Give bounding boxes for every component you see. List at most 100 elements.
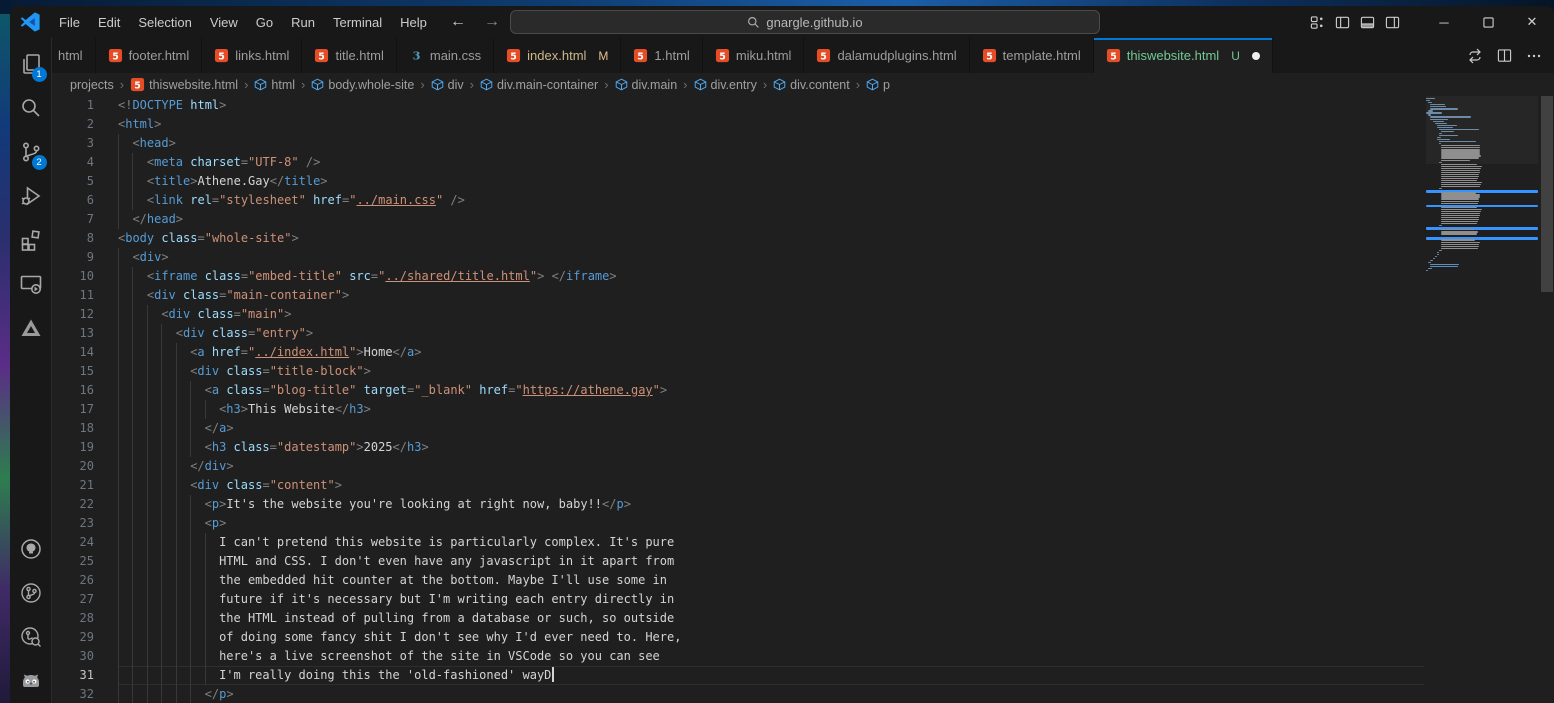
code-line-27[interactable]: 27future if it's necessary but I'm writi… (52, 590, 1424, 609)
code-line-11[interactable]: 11<div class="main-container"> (52, 286, 1424, 305)
tab-index.html[interactable]: 5index.htmlM (494, 38, 621, 73)
command-center-search[interactable]: gnargle.github.io (510, 10, 1100, 34)
breadcrumb-item-div.main-container[interactable]: div.main-container (480, 78, 598, 92)
code-line-12[interactable]: 12<div class="main"> (52, 305, 1424, 324)
menu-item-edit[interactable]: Edit (89, 15, 129, 30)
minimap-line (1441, 217, 1479, 218)
breadcrumb-item-body.whole-site[interactable]: body.whole-site (311, 78, 414, 92)
code-line-9[interactable]: 9<div> (52, 248, 1424, 267)
activity-gitlens-search-button[interactable] (10, 615, 52, 659)
breadcrumb-item-html[interactable]: html (254, 78, 295, 92)
tab-main.css[interactable]: 3main.css (397, 38, 494, 73)
code-line-8[interactable]: 8<body class="whole-site"> (52, 229, 1424, 248)
code-line-4[interactable]: 4<meta charset="UTF-8" /> (52, 153, 1424, 172)
minimap[interactable] (1426, 96, 1538, 703)
code-line-32[interactable]: 32</p> (52, 685, 1424, 703)
line-text: <head> (118, 134, 1424, 153)
menu-item-view[interactable]: View (201, 15, 247, 30)
activity-godot-tools-button[interactable] (10, 659, 52, 703)
breadcrumb-item-div.main[interactable]: div.main (615, 78, 678, 92)
code-line-3[interactable]: 3<head> (52, 134, 1424, 153)
editor-scrollbar[interactable] (1540, 96, 1554, 703)
code-line-18[interactable]: 18</a> (52, 419, 1424, 438)
svg-text:5: 5 (719, 51, 726, 62)
code-line-25[interactable]: 25HTML and CSS. I don't even have any ja… (52, 552, 1424, 571)
menu-item-file[interactable]: File (50, 15, 89, 30)
activity-source-control-button[interactable]: 2 (10, 130, 52, 174)
code-line-13[interactable]: 13<div class="entry"> (52, 324, 1424, 343)
editor[interactable]: 1<!DOCTYPE html>2<html>3<head>4<meta cha… (52, 96, 1554, 703)
tab-miku.html[interactable]: 5miku.html (703, 38, 805, 73)
more-actions-button[interactable] (1526, 48, 1542, 64)
line-text: future if it's necessary but I'm writing… (118, 590, 1424, 609)
code-line-28[interactable]: 28the HTML instead of pulling from a dat… (52, 609, 1424, 628)
maximize-button[interactable] (1466, 6, 1510, 38)
code-line-31[interactable]: 31I'm really doing this the 'old-fashion… (52, 666, 1424, 685)
code-line-6[interactable]: 6<link rel="stylesheet" href="../main.cs… (52, 191, 1424, 210)
code-line-30[interactable]: 30here's a live screenshot of the site i… (52, 647, 1424, 666)
activity-remote-explorer-button[interactable] (10, 262, 52, 306)
svg-text:5: 5 (112, 51, 119, 62)
code-line-17[interactable]: 17<h3>This Website</h3> (52, 400, 1424, 419)
code-line-22[interactable]: 22<p>It's the website you're looking at … (52, 495, 1424, 514)
customize-layout-icon[interactable] (1310, 15, 1325, 30)
code-line-19[interactable]: 19<h3 class="datestamp">2025</h3> (52, 438, 1424, 457)
toggle-secondary-sidebar-icon[interactable] (1385, 15, 1400, 30)
code-line-7[interactable]: 7</head> (52, 210, 1424, 229)
activity-gitlens-button[interactable] (10, 571, 52, 615)
menu-item-help[interactable]: Help (391, 15, 436, 30)
line-number: 13 (52, 324, 118, 343)
menu-item-terminal[interactable]: Terminal (324, 15, 391, 30)
tab-1.html[interactable]: 51.html (621, 38, 702, 73)
breadcrumb-item-div[interactable]: div (431, 78, 464, 92)
toggle-panel-icon[interactable] (1360, 15, 1375, 30)
code-line-2[interactable]: 2<html> (52, 115, 1424, 134)
code-line-16[interactable]: 16<a class="blog-title" target="_blank" … (52, 381, 1424, 400)
activity-run-debug-button[interactable] (10, 174, 52, 218)
svg-text:5: 5 (821, 51, 828, 62)
code-line-23[interactable]: 23<p> (52, 514, 1424, 533)
activity-explorer-button[interactable]: 1 (10, 42, 52, 86)
tab-label: 1.html (654, 48, 689, 63)
code-line-20[interactable]: 20</div> (52, 457, 1424, 476)
breadcrumb-item-projects[interactable]: projects (70, 78, 114, 92)
code-line-21[interactable]: 21<div class="content"> (52, 476, 1424, 495)
menu-item-selection[interactable]: Selection (129, 15, 200, 30)
breadcrumb-item-p[interactable]: p (866, 78, 890, 92)
tab-html[interactable]: html (52, 38, 96, 73)
split-editor-button[interactable] (1497, 48, 1512, 63)
code-line-24[interactable]: 24I can't pretend this website is partic… (52, 533, 1424, 552)
menu-item-run[interactable]: Run (282, 15, 324, 30)
code-line-14[interactable]: 14<a href="../index.html">Home</a> (52, 343, 1424, 362)
scrollbar-slider[interactable] (1541, 96, 1553, 292)
open-changes-button[interactable] (1467, 48, 1483, 64)
activity-astro-extension-button[interactable] (10, 306, 52, 350)
tab-title.html[interactable]: 5title.html (302, 38, 396, 73)
breadcrumb-item-thiswebsite.html[interactable]: 5thiswebsite.html (130, 77, 238, 92)
code-line-15[interactable]: 15<div class="title-block"> (52, 362, 1424, 381)
code-line-5[interactable]: 5<title>Athene.Gay</title> (52, 172, 1424, 191)
tab-dalamudplugins.html[interactable]: 5dalamudplugins.html (804, 38, 969, 73)
close-button[interactable]: ✕ (1510, 6, 1554, 38)
nav-back-button[interactable]: ← (450, 13, 466, 31)
tab-template.html[interactable]: 5template.html (970, 38, 1094, 73)
breadcrumb-item-div.entry[interactable]: div.entry (694, 78, 757, 92)
tab-footer.html[interactable]: 5footer.html (96, 38, 203, 73)
nav-forward-button[interactable]: → (484, 13, 500, 31)
code-line-10[interactable]: 10<iframe class="embed-title" src="../sh… (52, 267, 1424, 286)
code-line-1[interactable]: 1<!DOCTYPE html> (52, 96, 1424, 115)
unsaved-dot[interactable] (1252, 52, 1260, 60)
tab-thiswebsite.html[interactable]: 5thiswebsite.htmlU (1094, 38, 1273, 73)
debug-icon (19, 184, 43, 208)
toggle-primary-sidebar-icon[interactable] (1335, 15, 1350, 30)
tab-links.html[interactable]: 5links.html (202, 38, 302, 73)
activity-search-button[interactable] (10, 86, 52, 130)
activity-extensions-button[interactable] (10, 218, 52, 262)
activity-github-button[interactable] (10, 527, 52, 571)
code-line-29[interactable]: 29of doing some fancy shit I don't see w… (52, 628, 1424, 647)
menu-item-go[interactable]: Go (247, 15, 282, 30)
code-line-26[interactable]: 26the embedded hit counter at the bottom… (52, 571, 1424, 590)
minimize-button[interactable]: ─ (1422, 6, 1466, 38)
breadcrumb-item-div.content[interactable]: div.content (773, 78, 850, 92)
minimap-line (1441, 203, 1478, 204)
